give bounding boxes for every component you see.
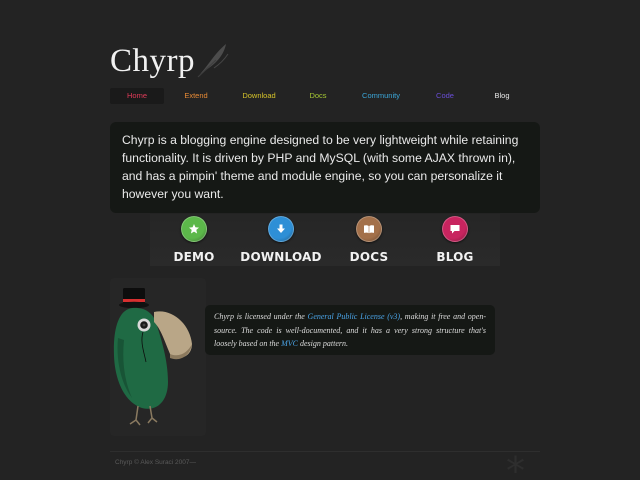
license-text: Chyrp is licensed under the General Publ… <box>214 310 486 351</box>
nav-extend[interactable]: Extend <box>164 88 228 104</box>
nav-code[interactable]: Code <box>416 88 474 104</box>
star-icon <box>189 224 199 234</box>
nav-docs[interactable]: Docs <box>290 88 346 104</box>
feature-demo-circle <box>181 216 207 242</box>
star-decoration-icon: * <box>506 449 525 480</box>
feature-docs-circle <box>356 216 382 242</box>
footer-divider <box>110 451 540 452</box>
mvc-link[interactable]: MVC <box>281 339 298 348</box>
nav-download[interactable]: Download <box>228 88 290 104</box>
license-text-part3: design pattern. <box>298 339 348 348</box>
book-icon <box>364 225 374 234</box>
bird-mascot-image <box>113 288 192 426</box>
download-arrow-icon <box>277 224 285 233</box>
logo[interactable]: Chyrp <box>110 40 229 82</box>
feather-icon <box>197 44 229 78</box>
nav-home[interactable]: Home <box>110 88 164 104</box>
page: Chyrp Home Extend Download Docs Communit… <box>0 0 640 480</box>
intro-text: Chyrp is a blogging engine designed to b… <box>122 133 519 201</box>
license-box: Chyrp is licensed under the General Publ… <box>205 305 495 355</box>
feature-blog[interactable]: BLOG <box>400 216 510 268</box>
main-nav: Home Extend Download Docs Community Code… <box>110 88 530 104</box>
gpl-link[interactable]: General Public License (v3) <box>308 312 401 321</box>
feature-blog-circle <box>442 216 468 242</box>
speech-bubble-icon <box>450 225 460 234</box>
footer-copyright: Chyrp © Alex Suraci 2007— <box>115 459 197 466</box>
license-text-part1: Chyrp is licensed under the <box>214 312 308 321</box>
nav-community[interactable]: Community <box>346 88 416 104</box>
feature-download-circle <box>268 216 294 242</box>
intro-box: Chyrp is a blogging engine designed to b… <box>110 122 540 213</box>
feature-blog-label: BLOG <box>436 250 474 264</box>
logo-text: Chyrp <box>110 43 195 79</box>
nav-blog[interactable]: Blog <box>474 88 530 104</box>
